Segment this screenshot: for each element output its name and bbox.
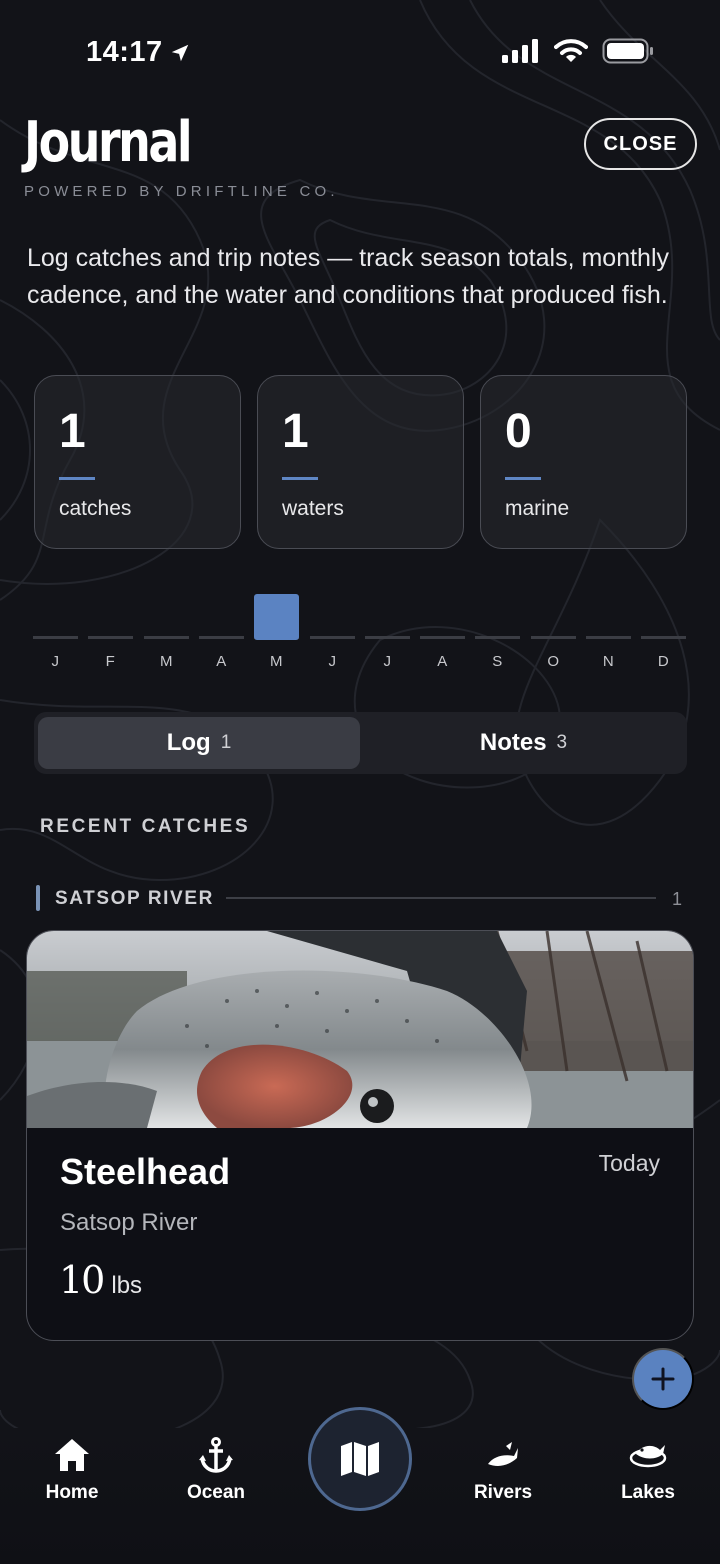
- group-count: 1: [672, 889, 683, 909]
- catch-photo: [27, 931, 693, 1128]
- stat-card-catches: 1 catches: [34, 375, 241, 549]
- group-name: SATSOP RIVER: [55, 888, 214, 909]
- month-label: N: [602, 653, 615, 670]
- battery-icon: [602, 38, 653, 64]
- month-track: [531, 636, 576, 639]
- month-track: [88, 636, 133, 639]
- month-track: [310, 636, 355, 639]
- month-label: M: [270, 653, 283, 670]
- group-marker: [36, 885, 40, 911]
- month-track: [586, 636, 631, 639]
- catch-weight: 10 lbs: [59, 1258, 142, 1302]
- wifi-icon: [554, 39, 588, 62]
- stat-divider: [505, 477, 541, 480]
- status-time: 14:17: [86, 36, 191, 69]
- stat-value: 0: [505, 405, 532, 458]
- month-label: A: [437, 653, 448, 670]
- time-text: 14:17: [86, 36, 163, 68]
- plus-icon: [651, 1367, 675, 1391]
- catch-card[interactable]: Steelhead Today Satsop River 10 lbs: [26, 930, 694, 1341]
- month-track: [365, 636, 410, 639]
- month-label: D: [657, 653, 670, 670]
- cellular-signal-icon: [502, 39, 538, 63]
- catch-date: Today: [598, 1150, 660, 1176]
- month-label: F: [105, 653, 116, 670]
- nav-label: Rivers: [473, 1482, 533, 1503]
- month-label: A: [216, 653, 227, 670]
- anchor-icon: [199, 1437, 233, 1473]
- page-title: Journal: [24, 110, 193, 175]
- status-icons: [502, 38, 654, 64]
- tab-label: Log: [166, 729, 211, 756]
- section-title: RECENT CATCHES: [40, 816, 251, 837]
- nav-ocean[interactable]: Ocean: [156, 1436, 276, 1504]
- catch-water: Satsop River: [60, 1209, 198, 1236]
- catch-species: Steelhead: [60, 1151, 231, 1192]
- nav-home[interactable]: Home: [12, 1436, 132, 1504]
- month-track: [475, 636, 520, 639]
- stat-label: catches: [59, 497, 132, 520]
- stat-value: 1: [59, 405, 86, 458]
- stat-card-waters: 1 waters: [257, 375, 464, 549]
- month-label: S: [492, 653, 503, 670]
- map-icon: [341, 1442, 379, 1476]
- month-label: M: [160, 653, 173, 670]
- month-track: [420, 636, 465, 639]
- location-arrow-icon: [171, 44, 188, 61]
- intro-text: Log catches and trip notes — track seaso…: [27, 244, 670, 309]
- home-icon: [55, 1439, 89, 1471]
- month-label: O: [547, 653, 560, 670]
- nav-lakes[interactable]: Lakes: [588, 1436, 708, 1504]
- close-button[interactable]: CLOSE: [584, 118, 697, 170]
- nav-rivers[interactable]: Rivers: [443, 1436, 563, 1504]
- month-label: J: [51, 653, 60, 670]
- nav-label: Lakes: [621, 1482, 675, 1503]
- month-label: J: [328, 653, 337, 670]
- stat-value: 1: [282, 405, 309, 458]
- group-divider: [226, 897, 656, 899]
- tab-count: 3: [556, 732, 568, 753]
- log-notes-segmented-control: Log 1 Notes 3: [34, 712, 687, 774]
- stat-card-marine: 0 marine: [480, 375, 687, 549]
- tab-count: 1: [220, 732, 232, 753]
- nav-label: Home: [45, 1482, 99, 1503]
- month-track: [641, 636, 686, 639]
- month-track: [144, 636, 189, 639]
- lake-fish-icon: [629, 1445, 667, 1468]
- weight-unit: lbs: [111, 1272, 143, 1299]
- weight-value: 10: [59, 1258, 105, 1302]
- stat-label: marine: [505, 497, 570, 520]
- stat-label: waters: [282, 497, 344, 520]
- add-entry-button[interactable]: [632, 1348, 694, 1410]
- map-button[interactable]: [308, 1407, 412, 1511]
- month-track: [199, 636, 244, 639]
- river-fish-icon: [488, 1442, 518, 1466]
- month-bar: [254, 594, 299, 640]
- stat-divider: [282, 477, 318, 480]
- tab-log[interactable]: Log 1: [38, 717, 360, 769]
- month-label: J: [383, 653, 392, 670]
- tab-notes[interactable]: Notes 3: [364, 717, 683, 769]
- tab-label: Notes: [479, 729, 547, 756]
- page-subtitle: POWERED BY DRIFTLINE CO.: [24, 183, 339, 200]
- stat-divider: [59, 477, 95, 480]
- month-track: [33, 636, 78, 639]
- nav-label: Ocean: [186, 1482, 246, 1503]
